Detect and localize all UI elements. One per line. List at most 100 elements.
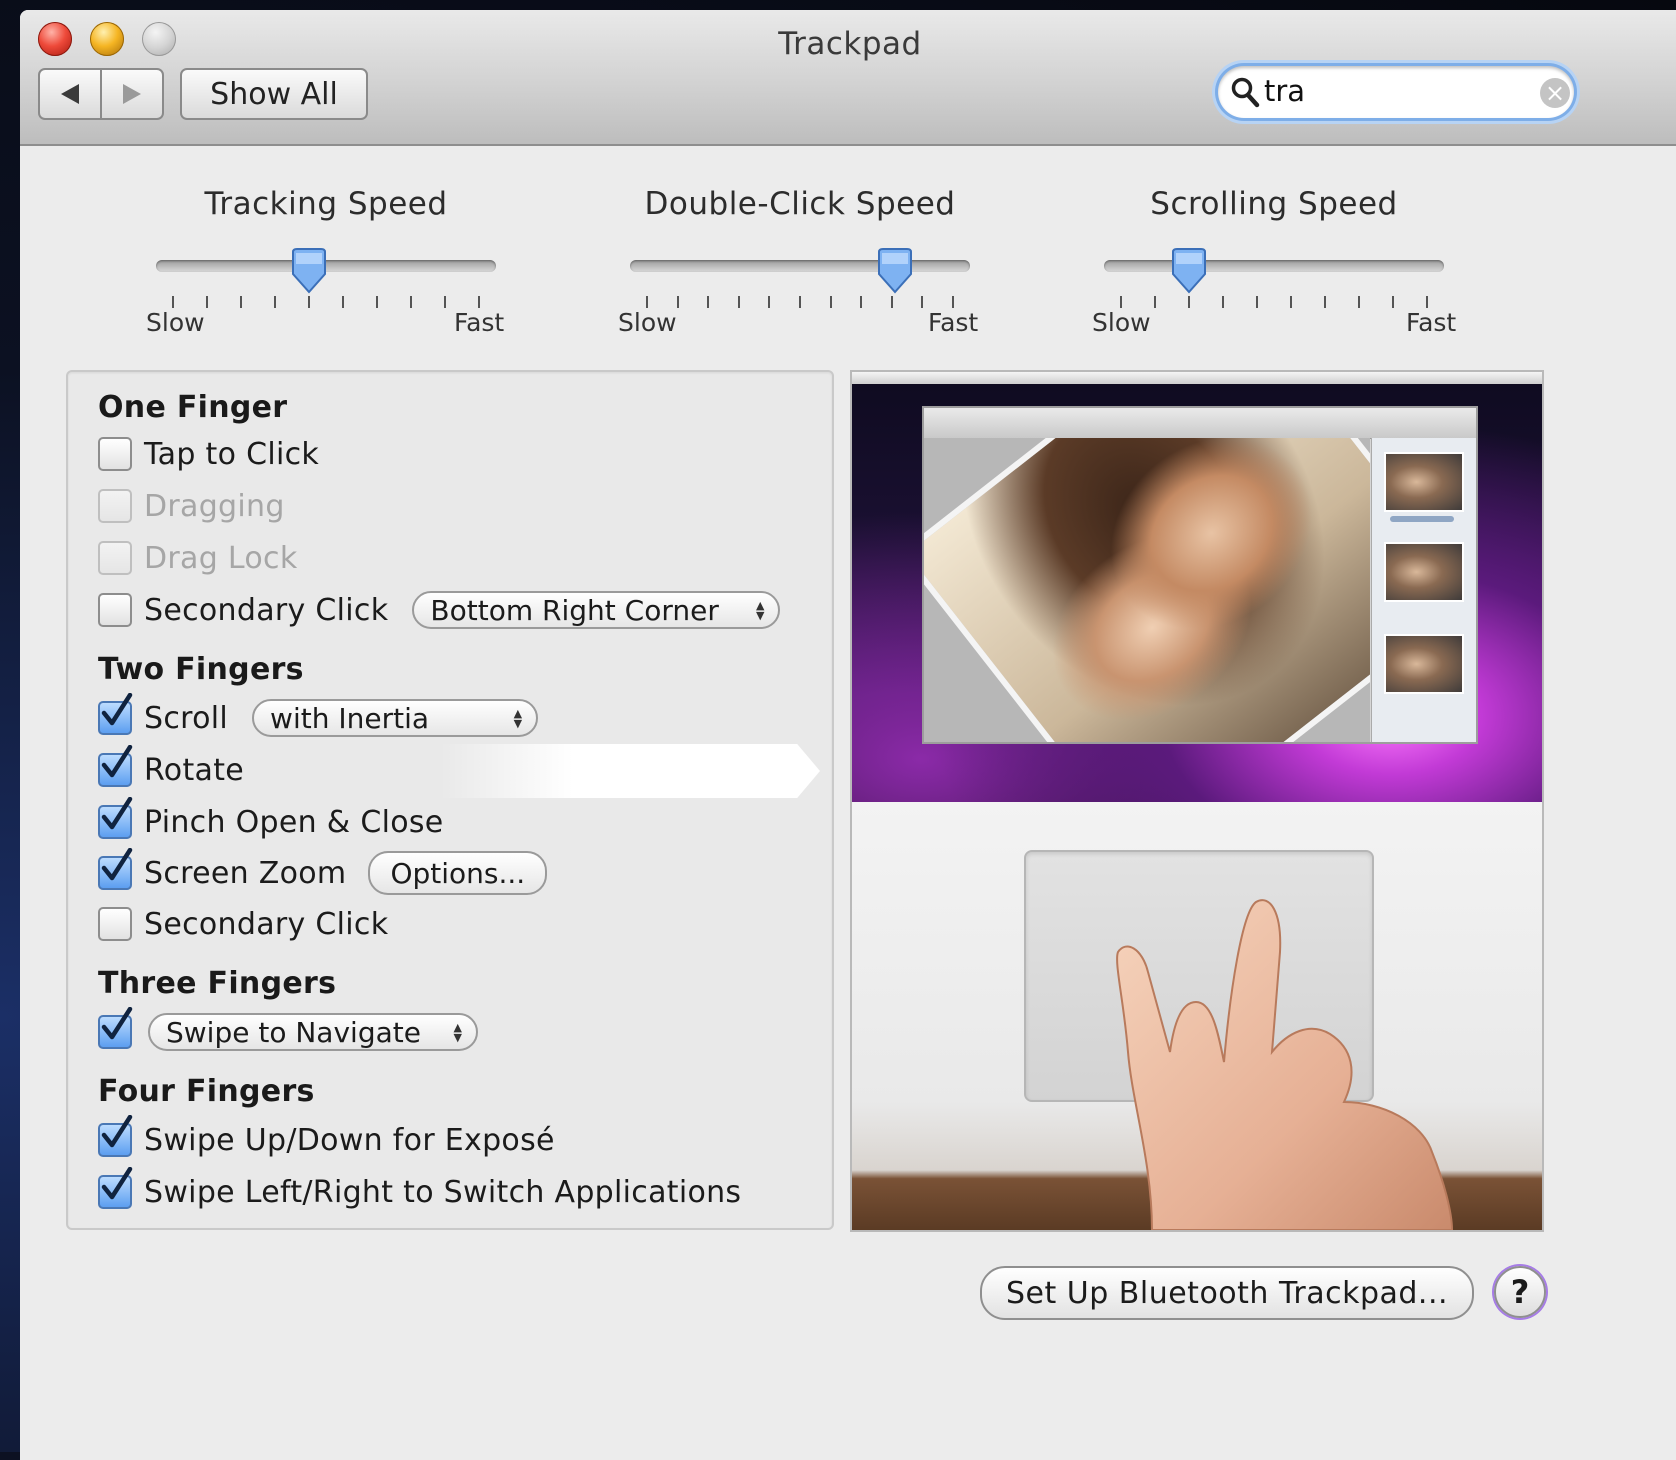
checkmark-icon [101,1167,133,1200]
drag-lock-checkbox [98,541,132,575]
preview-menubar [852,372,1542,384]
popup-arrows-icon: ▲ ▼ [755,599,765,622]
double-click-speed-ticks [646,296,956,310]
slider-tick [921,296,924,308]
double-click-speed-min-label: Slow [618,308,677,337]
slider-tick [890,296,893,308]
slider-tick [829,296,832,308]
slider-tick [478,296,480,308]
preview-app-toolbar [924,408,1476,439]
slider-tick [707,296,710,308]
double-click-speed-max-label: Fast [928,308,979,337]
preview-desktop-image [852,372,1542,802]
two-finger-secondary-click-checkbox[interactable] [98,907,132,941]
slider-tick [1222,296,1224,308]
swipe-navigate-popup[interactable]: Swipe to Navigate ▲ ▼ [148,1013,478,1051]
popup-arrows-icon: ▲ ▼ [513,707,523,730]
drag-lock-label: Drag Lock [144,540,298,576]
preview-thumbnail [1384,542,1464,602]
slider-tick [274,296,276,308]
three-finger-swipe-checkbox[interactable] [98,1007,133,1049]
checkmark-icon [101,797,133,830]
two-fingers-heading: Two Fingers [98,652,304,687]
scroll-checkbox[interactable] [98,693,133,735]
scrolling-speed-label: Scrolling Speed [1150,186,1398,222]
preview-thumbnail-sidebar [1371,438,1476,742]
tap-to-click-checkbox[interactable] [98,437,132,471]
expose-checkbox[interactable] [98,1115,133,1157]
show-all-button[interactable]: Show All [180,68,368,120]
one-finger-secondary-click-option[interactable]: Secondary Click Bottom Right Corner ▲ ▼ [98,590,781,630]
rotate-option[interactable]: Rotate [98,745,245,790]
slider-tick [860,296,863,308]
scroll-inertia-value: with Inertia [270,701,430,735]
double-click-speed-knob[interactable] [875,248,915,294]
slider-tick [1256,296,1258,308]
forward-arrow-icon [123,84,141,104]
tap-to-click-option[interactable]: Tap to Click [98,434,319,474]
slider-tick [376,296,378,308]
switch-apps-label: Swipe Left/Right to Switch Applications [144,1174,742,1210]
one-finger-secondary-click-label: Secondary Click [144,592,389,628]
slider-tick [1426,296,1428,308]
scrolling-speed-knob[interactable] [1169,248,1209,294]
preview-thumbnail [1384,452,1464,512]
scroll-inertia-popup[interactable]: with Inertia ▲ ▼ [252,699,539,737]
slider-tick [1358,296,1360,308]
screen-zoom-checkbox[interactable] [98,848,133,890]
secondary-click-corner-popup[interactable]: Bottom Right Corner ▲ ▼ [412,591,781,629]
double-click-speed-slider[interactable] [630,260,970,272]
forward-button[interactable] [102,70,162,118]
checkmark-icon [101,1007,133,1040]
pinch-option[interactable]: Pinch Open & Close [98,797,444,842]
secondary-click-corner-value: Bottom Right Corner [430,593,719,627]
checkmark-icon [101,848,133,881]
one-finger-secondary-click-checkbox[interactable] [98,593,132,627]
screen-zoom-option[interactable]: Screen Zoom Options... [98,848,548,895]
three-finger-swipe-option[interactable]: Swipe to Navigate ▲ ▼ [98,1007,478,1052]
scrolling-speed-ticks [1120,296,1430,310]
pinch-checkbox[interactable] [98,797,133,839]
slider-tick [799,296,801,308]
slider-tick [172,296,174,308]
back-arrow-icon [61,84,79,104]
swipe-navigate-value: Swipe to Navigate [166,1015,421,1049]
preview-thumbnail [1384,634,1464,694]
switch-apps-option[interactable]: Swipe Left/Right to Switch Applications [98,1167,742,1212]
screen-zoom-label: Screen Zoom [144,855,347,891]
slider-tick [1154,296,1156,308]
preview-app-window [922,406,1478,744]
scroll-option[interactable]: Scroll with Inertia ▲ ▼ [98,693,539,738]
help-icon[interactable]: ? [1494,1266,1546,1318]
back-button[interactable] [40,70,102,118]
slider-tick [768,296,771,308]
scrolling-speed-slider[interactable] [1104,260,1444,272]
clear-icon[interactable]: × [1540,78,1570,108]
slider-tick [676,296,679,308]
dragging-option: Dragging [98,486,285,526]
slider-tick [206,296,208,308]
double-click-speed-label: Double-Click Speed [644,186,956,222]
search-field[interactable]: tra × [1218,66,1574,118]
preview-thumbnail-caption [1390,516,1454,522]
hand-icon [1116,899,1454,1230]
dragging-label: Dragging [144,488,285,524]
scrolling-speed-min-label: Slow [1092,308,1151,337]
two-finger-secondary-click-option[interactable]: Secondary Click [98,904,388,944]
tracking-speed-knob[interactable] [289,248,329,294]
tap-to-click-label: Tap to Click [144,436,320,472]
slider-tick [240,296,242,308]
one-finger-heading: One Finger [98,390,288,425]
tracking-speed-min-label: Slow [146,308,205,337]
switch-apps-checkbox[interactable] [98,1167,133,1209]
search-input[interactable]: tra [1264,74,1305,108]
setup-bluetooth-trackpad-button[interactable]: Set Up Bluetooth Trackpad... [980,1266,1474,1320]
rotate-label: Rotate [144,752,245,788]
expose-option[interactable]: Swipe Up/Down for Exposé [98,1115,555,1160]
rotate-checkbox[interactable] [98,745,133,787]
screen-zoom-options-button[interactable]: Options... [368,851,548,895]
tracking-speed-ticks [172,296,482,310]
window-title: Trackpad [778,26,922,62]
checkmark-icon [101,745,133,778]
slider-tick [308,296,310,308]
